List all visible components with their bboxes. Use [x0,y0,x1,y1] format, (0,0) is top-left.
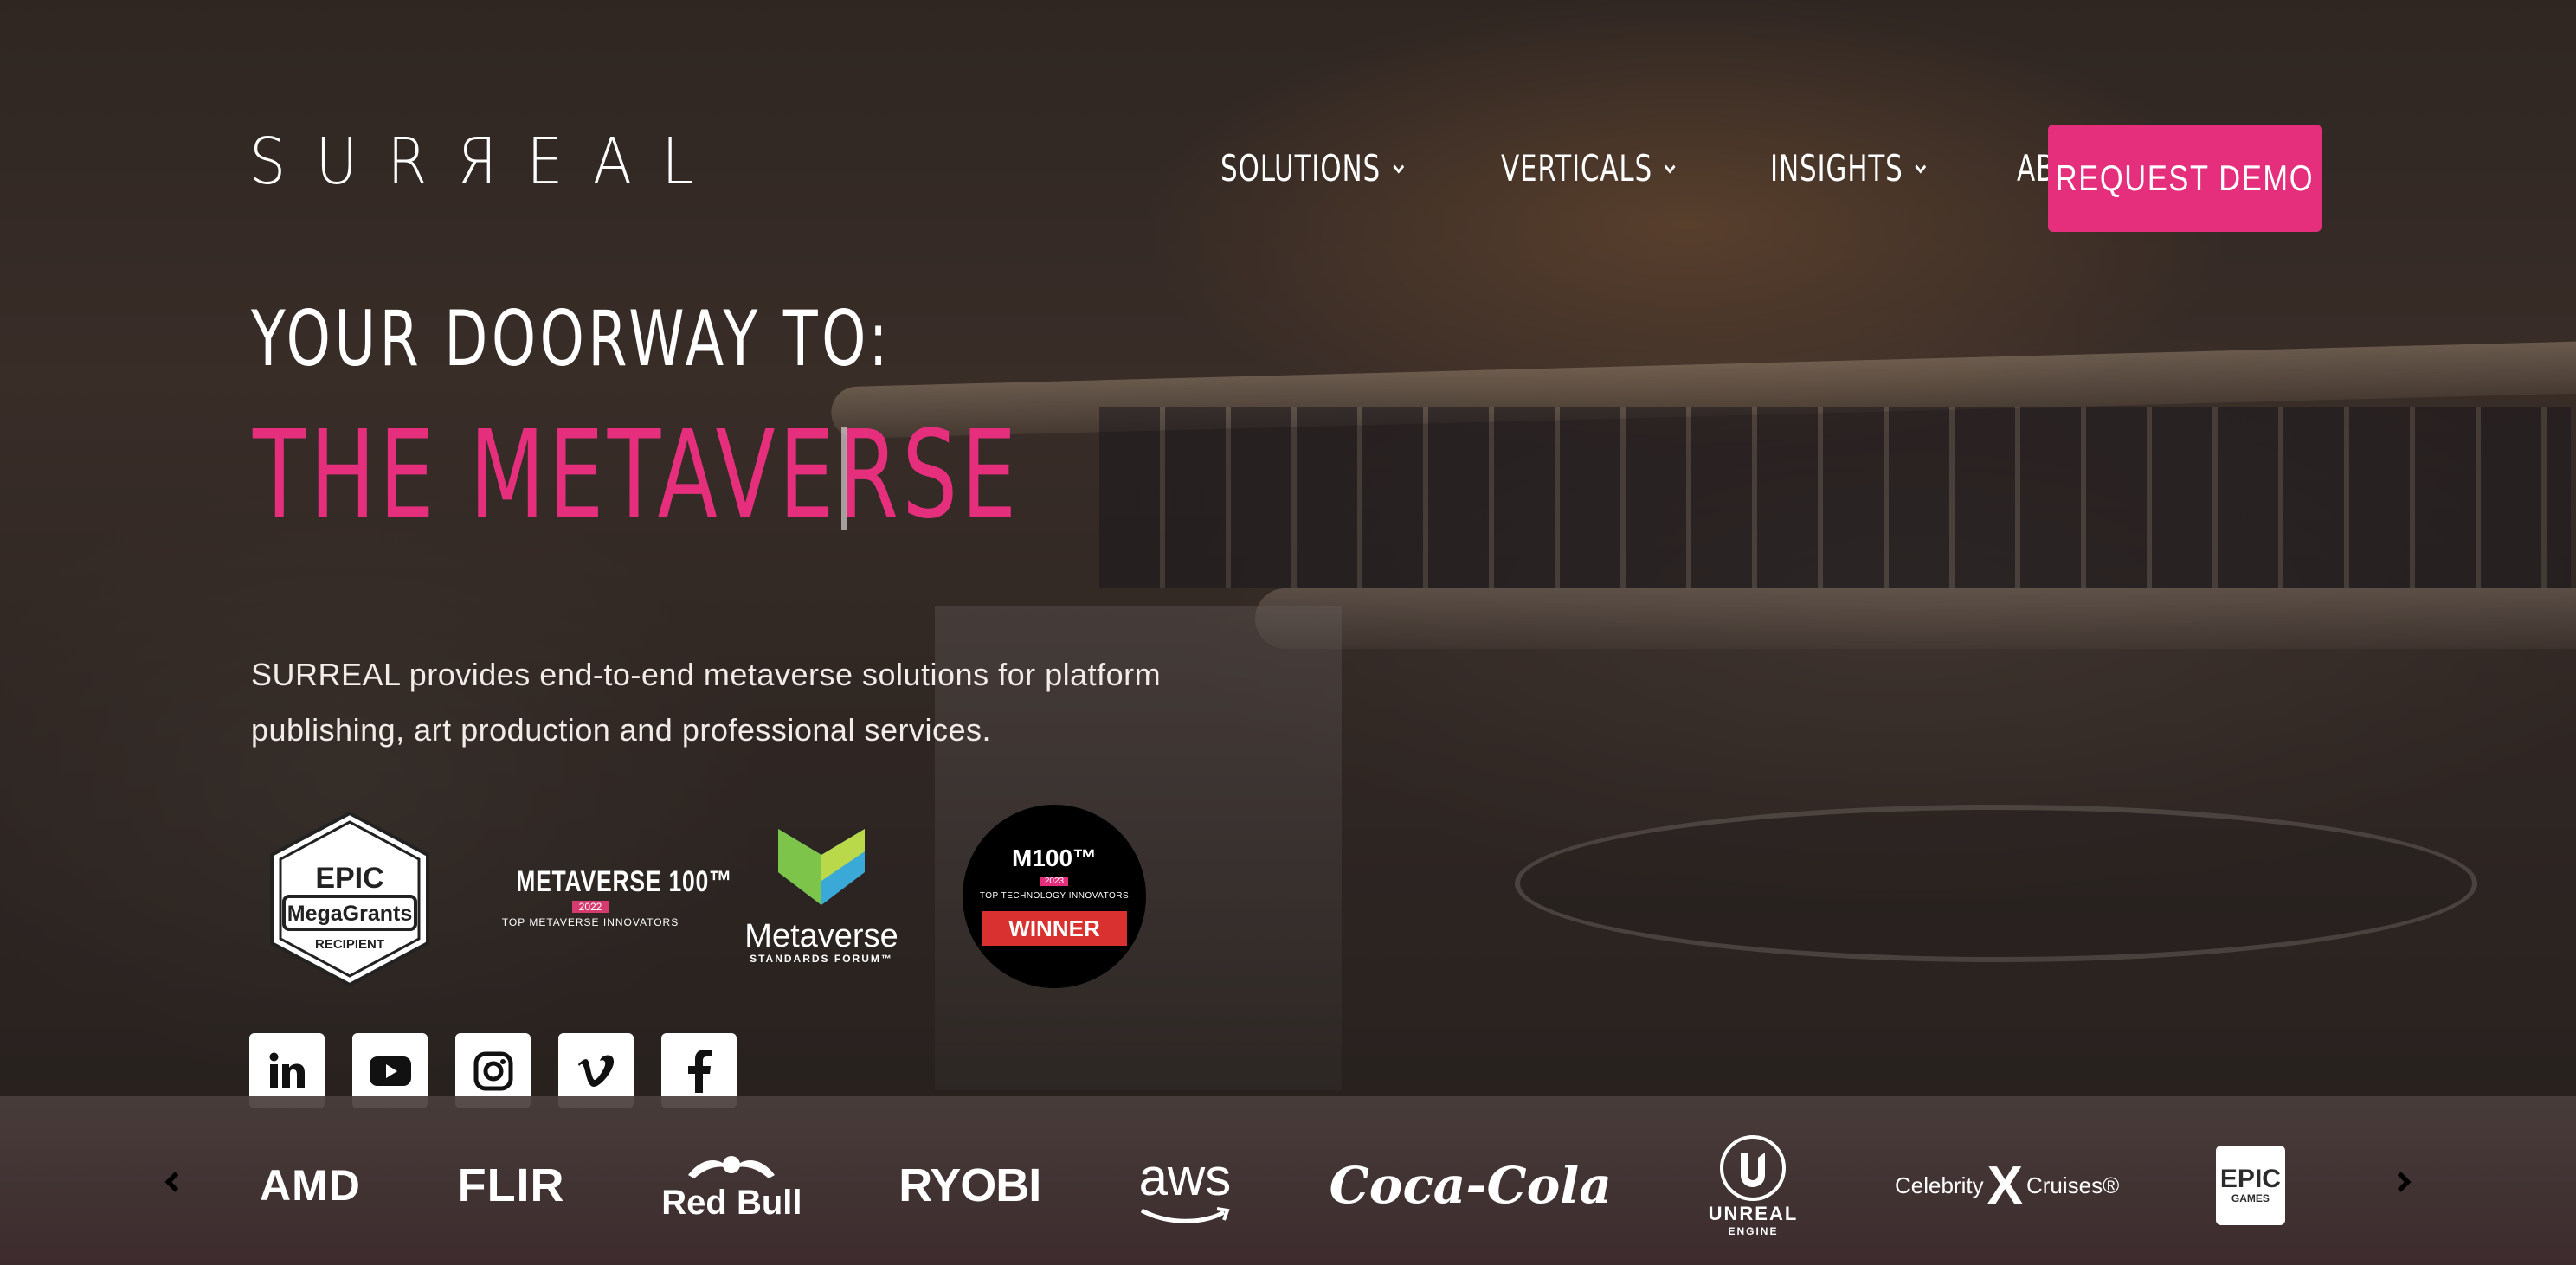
request-demo-label: REQUEST DEMO [2055,157,2315,198]
ryobi-text: RYOBI [898,1159,1041,1211]
chevron-right-icon[interactable] [2391,1170,2415,1194]
chevron-down-icon [1915,164,1927,174]
chevron-down-icon [1393,164,1404,174]
metaverse-standards-forum-badge: Metaverse STANDARDS FORUM™ [731,820,912,976]
redbull-text: Red Bull [661,1183,802,1222]
client-logos: AMD FLIR Red Bull RYOBI aws Coca-Cola UN… [260,1125,2285,1246]
smile-arrow-icon [1140,1206,1230,1223]
flir-logo: FLIR [458,1159,565,1212]
nav-label: VERTICALS [1500,147,1652,189]
winner-year: 2023 [1040,877,1069,886]
hero-headline: THE METAVERSE [253,405,1021,546]
celebrity-cruises-logo: Celebrity X Cruises® [1895,1155,2119,1217]
unreal-u-icon [1720,1135,1787,1201]
metaverse-100-title: METAVERSE 100™ [516,865,733,898]
nav-item-insights[interactable]: INSIGHTS [1770,147,1929,189]
winner-title: M100™ [1011,844,1098,871]
chevron-left-icon[interactable] [161,1170,185,1194]
request-demo-button[interactable]: REQUEST DEMO [2048,125,2322,232]
m100-winner-badge: M100™ 2023 TOP TECHNOLOGY INNOVATORS WIN… [963,805,1146,988]
shield-icon: EPIC MegaGrants RECIPIENT [270,811,429,987]
msf-logo-icon [778,829,865,905]
aws-logo: aws [1137,1147,1233,1224]
main-nav: SOLUTIONS VERTICALS INSIGHTS ABOUT [1220,147,2167,189]
unreal-engine-logo: UNREAL ENGINE [1709,1133,1799,1237]
epic-badge-middle: MegaGrants [287,902,412,926]
ryobi-logo: RYOBI [898,1159,1041,1212]
vimeo-icon [577,1055,614,1087]
amd-text: AMD [260,1161,361,1210]
msf-word: Metaverse [744,918,898,954]
epic-badge-bottom: RECIPIENT [315,937,384,952]
winner-ribbon: WINNER [982,911,1127,946]
epic-games-top: EPIC [2219,1165,2281,1193]
instagram-icon [473,1051,512,1090]
hero-kicker: YOUR DOORWAY TO: [251,294,892,383]
unreal-text-bottom: ENGINE [1728,1225,1779,1237]
nav-label: INSIGHTS [1769,147,1903,189]
youtube-icon [369,1056,411,1086]
celebrity-text: Celebrity [1894,1172,1984,1198]
flir-text: FLIR [457,1159,565,1211]
unreal-text-top: UNREAL [1708,1203,1799,1224]
celebrity-x: X [1987,1155,2023,1216]
metaverse-100-year: 2022 [571,901,609,913]
epic-games-logo: EPIC GAMES [2215,1146,2285,1225]
coke-text: Coca-Cola [1329,1156,1612,1215]
nav-item-verticals[interactable]: VERTICALS [1501,147,1678,189]
linkedin-icon [269,1052,305,1088]
nav-label: SOLUTIONS [1220,147,1381,189]
msf-sub: STANDARDS FORUM™ [750,953,893,965]
cruises-text: Cruises® [2025,1172,2120,1198]
epic-badge-top: EPIC [315,862,383,895]
epic-megagrants-badge: EPIC MegaGrants RECIPIENT [265,810,435,988]
typing-cursor [841,427,847,530]
metaverse-100-badge: METAVERSE 100™ 2022 TOP METAVERSE INNOVA… [495,865,733,934]
epic-games-bottom: GAMES [2231,1192,2270,1204]
metaverse-100-subtitle: TOP METAVERSE INNOVATORS [501,916,679,928]
bulls-icon [688,1155,776,1178]
aws-text: aws [1138,1147,1232,1206]
facebook-icon [687,1049,712,1093]
chevron-down-icon [1664,164,1676,174]
site-logo[interactable]: SURЯEAL [249,130,724,194]
coca-cola-logo: Coca-Cola [1330,1156,1612,1215]
winner-subtitle: TOP TECHNOLOGY INNOVATORS [979,891,1130,901]
hero-description: SURREAL provides end-to-end metaverse so… [251,657,1162,748]
redbull-logo: Red Bull [661,1149,802,1223]
nav-item-solutions[interactable]: SOLUTIONS [1220,147,1406,189]
amd-logo: AMD [260,1160,361,1210]
